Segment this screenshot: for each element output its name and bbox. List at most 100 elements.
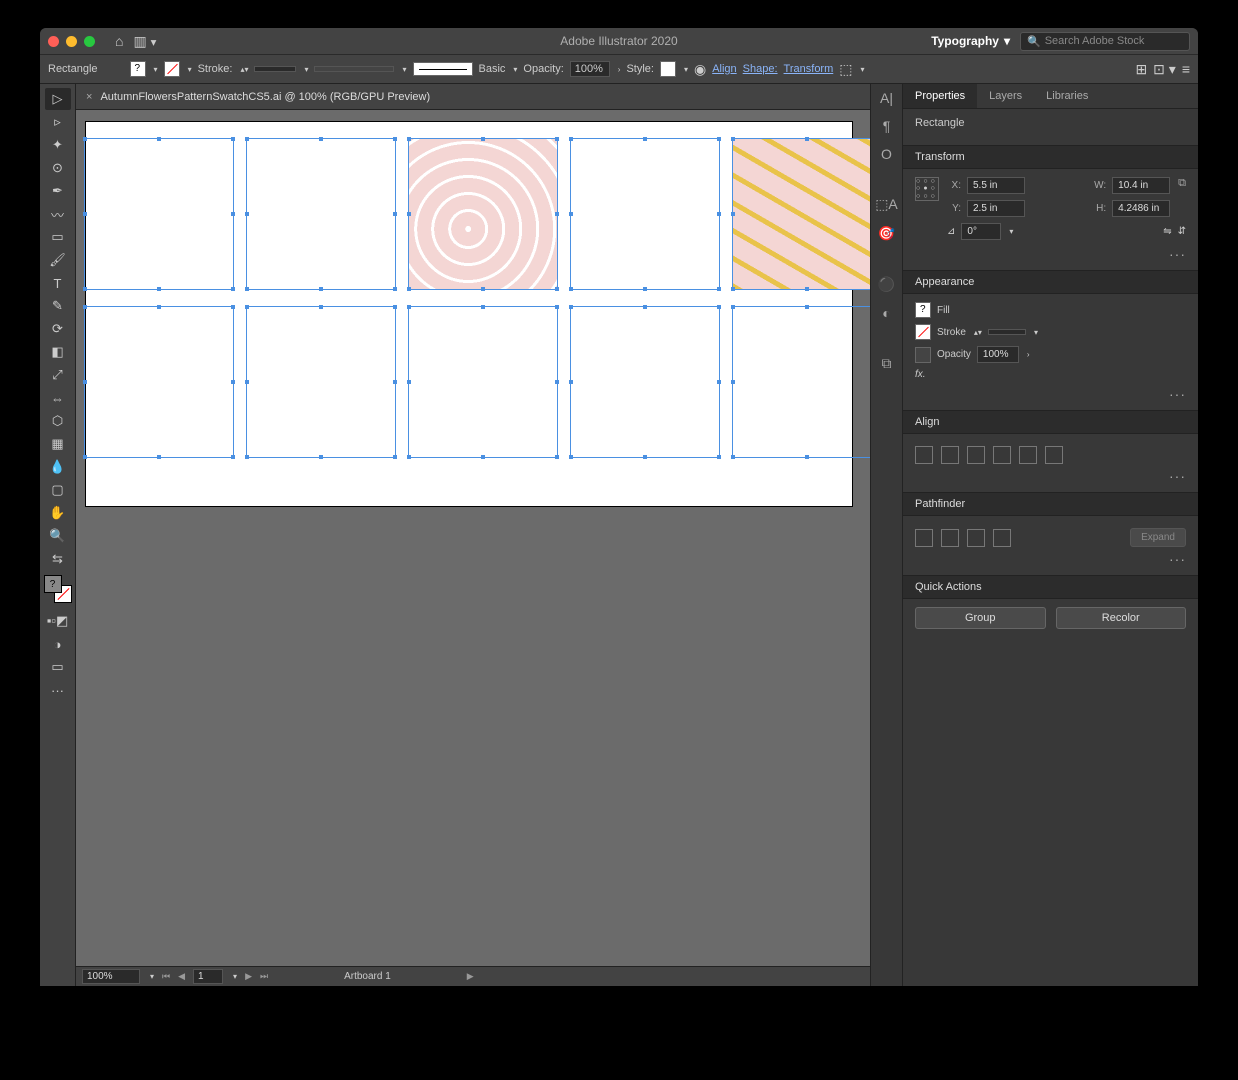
- shaper-tool[interactable]: ✎: [45, 295, 71, 317]
- search-adobe-stock[interactable]: 🔍 Search Adobe Stock: [1020, 32, 1190, 51]
- width-tool[interactable]: ⇔: [45, 387, 71, 409]
- pattern-swatch-2[interactable]: [246, 138, 396, 290]
- reference-point-widget[interactable]: ○○○○●○○○○: [915, 177, 939, 201]
- char-styles-panel-icon[interactable]: 🎯: [878, 225, 895, 242]
- selection-tool[interactable]: ▷: [45, 88, 71, 110]
- eyedropper-tool[interactable]: 💧: [45, 456, 71, 478]
- preferences-icon[interactable]: ⊡ ▾: [1153, 61, 1176, 78]
- first-artboard-button[interactable]: ⏮: [162, 971, 170, 982]
- brush-dd[interactable]: ▾: [513, 65, 517, 74]
- lasso-tool[interactable]: ⊙: [45, 157, 71, 179]
- symbols-panel-icon[interactable]: ⧉: [882, 355, 892, 372]
- fx-icon[interactable]: fx.: [915, 369, 926, 380]
- unite-icon[interactable]: [915, 529, 933, 547]
- flip-horizontal-icon[interactable]: ⇋: [1163, 226, 1171, 237]
- zoom-dd[interactable]: ▾: [150, 972, 154, 981]
- rotation-field[interactable]: [961, 223, 1001, 240]
- direct-selection-tool[interactable]: ▹: [45, 111, 71, 133]
- type-tool[interactable]: T: [45, 272, 71, 294]
- opacity-swatch-panel[interactable]: [915, 347, 931, 363]
- stroke-weight-stepper[interactable]: ▴▾: [240, 65, 248, 74]
- shape-link[interactable]: Shape:: [743, 63, 778, 75]
- brush-definition[interactable]: [413, 62, 473, 76]
- y-field[interactable]: [967, 200, 1025, 217]
- stroke-weight-dd[interactable]: ▾: [304, 65, 308, 74]
- pattern-swatch-6[interactable]: [84, 306, 234, 458]
- align-hcenter-icon[interactable]: [941, 446, 959, 464]
- magic-wand-tool[interactable]: ✦: [45, 134, 71, 156]
- align-more-icon[interactable]: ···: [1169, 468, 1186, 484]
- scale-tool[interactable]: ⤢: [45, 364, 71, 386]
- transform-link[interactable]: Transform: [784, 63, 834, 75]
- status-arrow[interactable]: ▶: [467, 971, 474, 982]
- align-left-icon[interactable]: [915, 446, 933, 464]
- opacity-dd[interactable]: ›: [618, 65, 621, 74]
- toggle-fill-stroke-tool[interactable]: ⇆: [45, 548, 71, 570]
- isolate-icon[interactable]: ⬚: [839, 61, 852, 78]
- group-button[interactable]: Group: [915, 607, 1046, 629]
- artboard-num-field[interactable]: 1: [193, 969, 223, 984]
- intersect-icon[interactable]: [967, 529, 985, 547]
- h-field[interactable]: [1112, 200, 1170, 217]
- prev-artboard-button[interactable]: ◀: [178, 971, 185, 982]
- pattern-swatch-3[interactable]: [408, 138, 558, 290]
- zoom-tool[interactable]: 🔍: [45, 525, 71, 547]
- maximize-window-button[interactable]: [84, 36, 95, 47]
- draw-mode-icon[interactable]: ◑: [45, 633, 71, 655]
- pattern-swatch-1[interactable]: [84, 138, 234, 290]
- close-file-icon[interactable]: ×: [86, 91, 92, 103]
- recolor-button[interactable]: Recolor: [1056, 607, 1187, 629]
- hand-tool[interactable]: ✋: [45, 502, 71, 524]
- doc-setup-icon[interactable]: ⊞: [1135, 61, 1147, 78]
- workspace-switcher[interactable]: Typography ▾: [931, 34, 1010, 48]
- paragraph-panel-icon[interactable]: ¶: [883, 118, 891, 134]
- minimize-window-button[interactable]: [66, 36, 77, 47]
- pathfinder-more-icon[interactable]: ···: [1169, 551, 1186, 567]
- opacity-field[interactable]: 100%: [570, 61, 610, 77]
- lock-aspect-icon[interactable]: ⧉: [1178, 177, 1186, 190]
- close-window-button[interactable]: [48, 36, 59, 47]
- pattern-swatch-5[interactable]: [732, 138, 870, 290]
- canvas[interactable]: [76, 110, 870, 966]
- transform-more-icon[interactable]: ···: [1169, 246, 1186, 262]
- stroke-swatch-panel[interactable]: [915, 324, 931, 340]
- character-panel-icon[interactable]: A|: [880, 90, 893, 106]
- screen-mode-icon[interactable]: ▭: [45, 656, 71, 678]
- flip-vertical-icon[interactable]: ⇵: [1178, 226, 1186, 237]
- w-field[interactable]: [1112, 177, 1170, 194]
- isolate-dd[interactable]: ▾: [861, 65, 865, 74]
- tab-properties[interactable]: Properties: [903, 84, 977, 108]
- zoom-field[interactable]: 100%: [82, 969, 140, 984]
- rotation-dd[interactable]: ▾: [1009, 227, 1013, 236]
- edit-toolbar-icon[interactable]: ···: [45, 679, 71, 701]
- exclude-icon[interactable]: [993, 529, 1011, 547]
- stroke-weight-field[interactable]: [254, 66, 296, 72]
- align-right-icon[interactable]: [967, 446, 985, 464]
- align-link[interactable]: Align: [712, 63, 736, 75]
- pattern-swatch-10[interactable]: [732, 306, 870, 458]
- vwp-dd[interactable]: ▾: [402, 65, 406, 74]
- opacity-field-panel[interactable]: 100%: [977, 346, 1019, 363]
- appearance-more-icon[interactable]: ···: [1169, 386, 1186, 402]
- curvature-tool[interactable]: 〰: [45, 203, 71, 225]
- brushes-panel-icon[interactable]: ⚫: [878, 276, 895, 293]
- rotate-tool[interactable]: ⟳: [45, 318, 71, 340]
- opentype-panel-icon[interactable]: O: [881, 146, 892, 162]
- pen-tool[interactable]: ✒: [45, 180, 71, 202]
- file-tab[interactable]: × AutumnFlowersPatternSwatchCS5.ai @ 100…: [76, 84, 870, 110]
- tab-layers[interactable]: Layers: [977, 84, 1034, 108]
- paintbrush-tool[interactable]: 🖌: [45, 249, 71, 271]
- fill-swatch-panel[interactable]: [915, 302, 931, 318]
- rectangle-tool[interactable]: ▭: [45, 226, 71, 248]
- pattern-swatch-9[interactable]: [570, 306, 720, 458]
- minus-front-icon[interactable]: [941, 529, 959, 547]
- expand-button[interactable]: Expand: [1130, 528, 1186, 547]
- opacity-dd-panel[interactable]: ›: [1027, 350, 1030, 359]
- pattern-swatch-7[interactable]: [246, 306, 396, 458]
- color-mode-row[interactable]: ▪▫◩: [45, 610, 71, 632]
- stroke-weight-dd-panel[interactable]: ▾: [1034, 328, 1038, 337]
- align-vcenter-icon[interactable]: [1019, 446, 1037, 464]
- glyphs-panel-icon[interactable]: ⬚A: [875, 196, 898, 213]
- stroke-weight-field-panel[interactable]: [988, 329, 1026, 335]
- pattern-swatch-8[interactable]: [408, 306, 558, 458]
